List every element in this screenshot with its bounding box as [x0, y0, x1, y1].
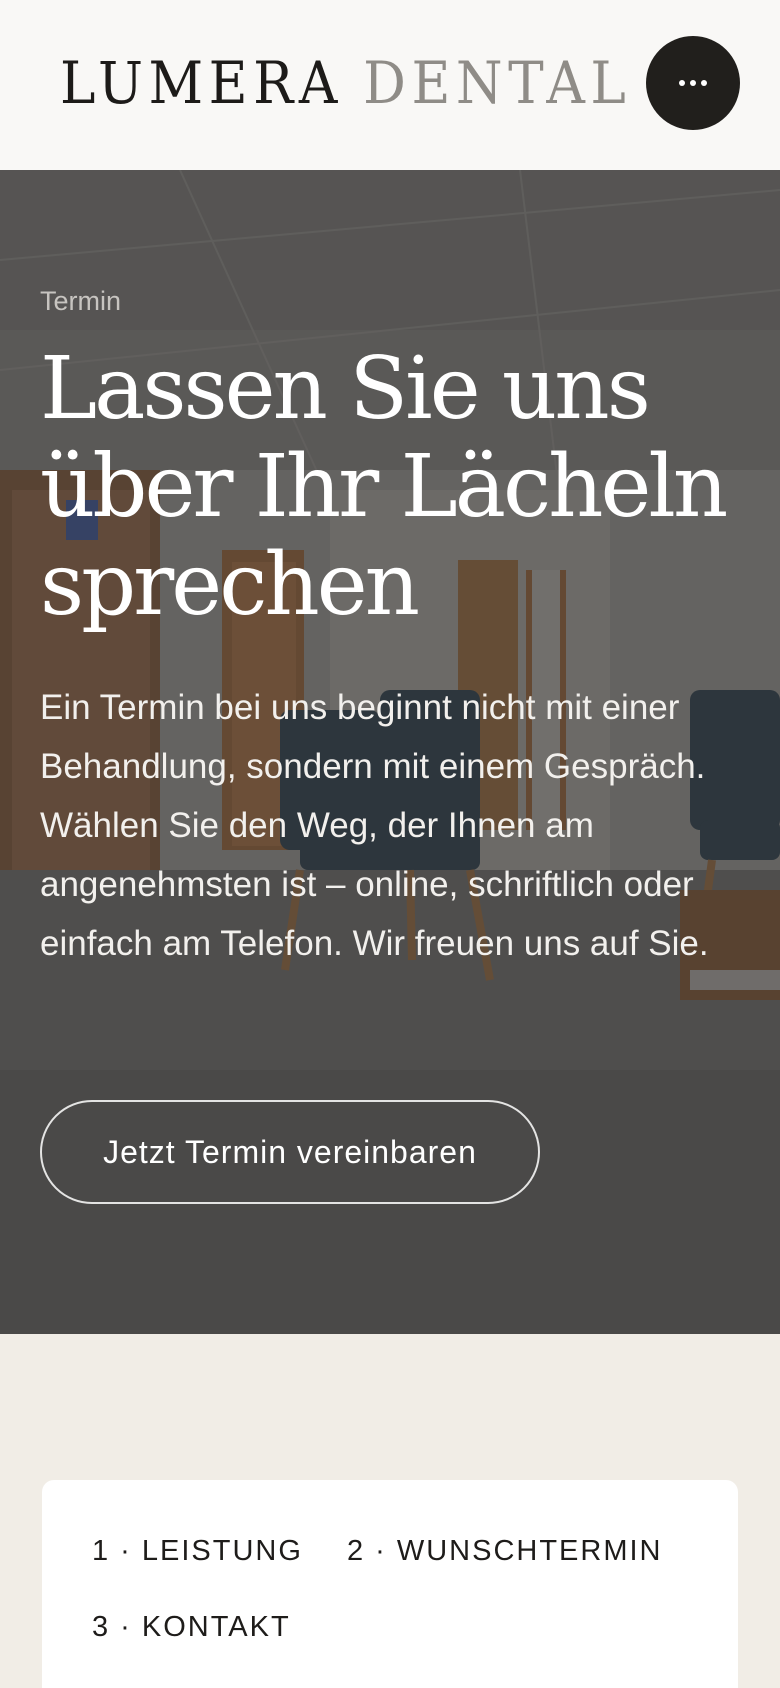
more-horizontal-icon — [701, 80, 707, 86]
logo-secondary-text: DENTAL — [363, 49, 632, 117]
menu-button[interactable] — [646, 36, 740, 130]
more-horizontal-icon — [679, 80, 685, 86]
logo-primary-text: LUMERA — [60, 49, 343, 117]
more-horizontal-icon — [690, 80, 696, 86]
book-appointment-button[interactable]: Jetzt Termin vereinbaren — [40, 1100, 540, 1204]
step-preferred-date[interactable]: 2 · WUNSCHTERMIN — [347, 1532, 663, 1570]
hero-title: Lassen Sie uns über Ihr Lächeln sprechen — [40, 339, 728, 635]
site-header: LUMERA DENTAL — [0, 0, 780, 170]
logo[interactable]: LUMERA DENTAL — [60, 48, 631, 118]
hero-eyebrow: Termin — [40, 286, 122, 316]
step-service[interactable]: 1 · LEISTUNG — [92, 1532, 303, 1570]
hero-description: Ein Termin bei uns beginnt nicht mit ein… — [40, 688, 709, 963]
booking-steps: 1 · LEISTUNG 2 · WUNSCHTERMIN 3 · KONTAK… — [92, 1532, 692, 1646]
booking-card: 1 · LEISTUNG 2 · WUNSCHTERMIN 3 · KONTAK… — [42, 1480, 738, 1688]
hero-section: Termin Lassen Sie uns über Ihr Lächeln s… — [0, 170, 780, 1334]
step-contact[interactable]: 3 · KONTAKT — [92, 1608, 291, 1646]
